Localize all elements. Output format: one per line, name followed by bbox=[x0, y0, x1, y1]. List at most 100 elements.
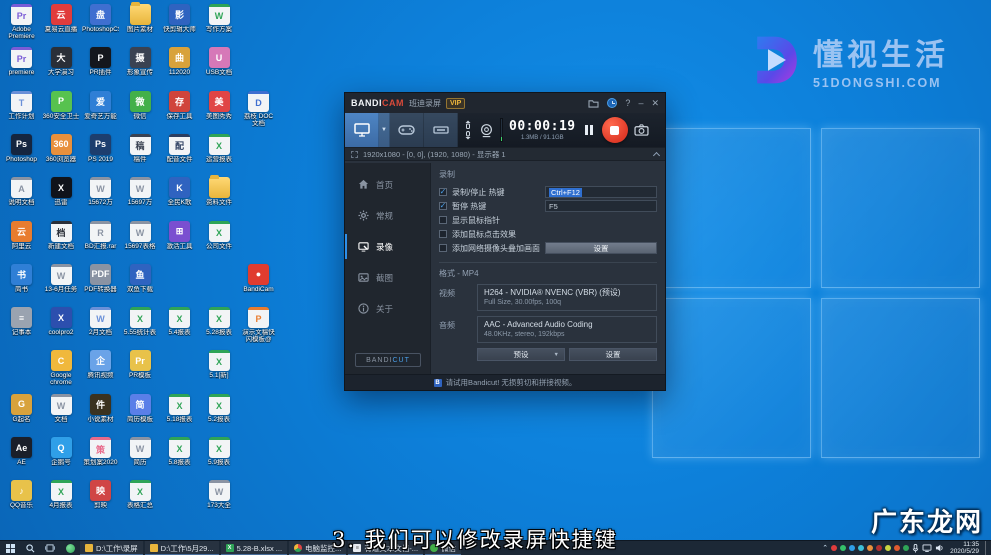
desktop-icon-运营报表[interactable]: X 运营报表 bbox=[201, 133, 238, 163]
checkbox[interactable]: ✓ bbox=[439, 202, 447, 210]
tray-icon-3[interactable] bbox=[858, 545, 865, 551]
desktop-icon-13-6月任务[interactable]: W 13-6月任务 bbox=[43, 263, 80, 293]
desktop-icon-coolpro2[interactable]: Xcoolpro2 bbox=[43, 307, 80, 336]
history-clock-icon[interactable] bbox=[607, 98, 618, 108]
bandicut-footer-banner[interactable]: B 请试用Bandicut! 无损剪切和拼接视频。 bbox=[345, 374, 665, 390]
task-view-button[interactable] bbox=[40, 541, 60, 555]
desktop-icon-2月文档[interactable]: W 2月文档 bbox=[82, 307, 119, 336]
desktop-icon-PR模板[interactable]: Pr PR模板 bbox=[122, 350, 159, 379]
desktop-icon-5.9报表[interactable]: X 5.9报表 bbox=[201, 437, 238, 466]
tray-volume-icon[interactable] bbox=[935, 544, 944, 552]
webcam-icon[interactable] bbox=[479, 123, 494, 138]
checkbox[interactable] bbox=[439, 216, 447, 224]
desktop-icon-15697表格[interactable]: W 15697表格 bbox=[122, 220, 159, 250]
search-button[interactable] bbox=[20, 541, 40, 555]
desktop-icon-策划案2020[interactable]: 策策划案2020 bbox=[82, 437, 119, 466]
desktop-icon-USB文档[interactable]: U USB文档 bbox=[201, 47, 238, 76]
desktop-icon-112020[interactable]: 曲 112020 bbox=[161, 47, 198, 76]
sidebar-item-录像[interactable]: 录像 bbox=[345, 231, 430, 262]
desktop-icon-激活工具[interactable]: ⊞ 激活工具 bbox=[161, 220, 198, 250]
desktop-icon-Adobe Premiere[interactable]: Pr Adobe Premiere bbox=[3, 4, 40, 40]
desktop-icon-G起名[interactable]: G G起名 bbox=[3, 393, 40, 423]
folder-icon[interactable] bbox=[588, 99, 599, 108]
collapse-chevron-icon[interactable] bbox=[652, 151, 661, 159]
desktop-icon-阿里云[interactable]: 云阿里云 bbox=[3, 220, 40, 250]
desktop-icon-15672万[interactable]: W 15672万 bbox=[82, 177, 119, 206]
desktop-icon-AE[interactable]: Ae AE bbox=[3, 437, 40, 466]
desktop-icon-写作方案[interactable]: W 写作方案 bbox=[201, 4, 238, 33]
desktop-icon-文档[interactable]: W 文档 bbox=[43, 393, 80, 423]
taskbar-clock[interactable]: 11:35 2020/5/29 bbox=[947, 541, 979, 555]
desktop-icon-简历模板[interactable]: 简简历模板 bbox=[122, 393, 159, 423]
desktop-icon-形象宣传[interactable]: 摄形象宣传 bbox=[122, 47, 159, 76]
desktop-icon-premiere[interactable]: Pr premiere bbox=[3, 47, 40, 76]
tray-mic-icon[interactable] bbox=[912, 543, 919, 553]
desktop-icon-PDF转换器[interactable]: PDF PDF转换器 bbox=[82, 263, 119, 293]
tray-expand-caret[interactable]: ⌃ bbox=[822, 544, 828, 552]
desktop-icon-Google chrome[interactable]: C Google chrome bbox=[43, 350, 80, 386]
desktop-icon-美图秀秀[interactable]: 美美图秀秀 bbox=[201, 90, 238, 120]
desktop-icon-5.4报表[interactable]: X 5.4报表 bbox=[161, 307, 198, 336]
desktop-icon-4月报表[interactable]: X 4月报表 bbox=[43, 480, 80, 509]
screenshot-camera-icon[interactable] bbox=[634, 124, 649, 136]
desktop-icon-演示文稿快闪模板@[interactable]: P 演示文稿快闪模板@ bbox=[240, 307, 277, 343]
audio-codec-box[interactable]: AAC - Advanced Audio Coding 48.0KHz, ste… bbox=[477, 316, 657, 343]
close-icon[interactable]: ✕ bbox=[651, 98, 659, 108]
desktop-icon-稿件[interactable]: 稿稿件 bbox=[122, 133, 159, 163]
mode-dropdown-chevron[interactable]: ▼ bbox=[379, 113, 390, 147]
audio-device-toggles[interactable] bbox=[463, 120, 473, 140]
desktop-icon-简书[interactable]: 书简书 bbox=[3, 263, 40, 293]
stop-record-button[interactable] bbox=[601, 117, 628, 143]
checkbox[interactable] bbox=[439, 244, 447, 252]
desktop-icon-资料文件[interactable]: 资料文件 bbox=[201, 175, 238, 206]
desktop-icon-表格汇总[interactable]: X 表格汇总 bbox=[122, 480, 159, 509]
help-icon[interactable]: ? bbox=[625, 98, 630, 108]
desktop-icon-大学演习[interactable]: 大大学演习 bbox=[43, 47, 80, 76]
desktop-icon-5.2报表[interactable]: X 5.2报表 bbox=[201, 393, 238, 423]
desktop-icon-双鱼下载[interactable]: 鱼双鱼下载 bbox=[122, 263, 159, 293]
desktop-icon-BD汇报.rar[interactable]: R BD汇报.rar bbox=[82, 220, 119, 250]
taskbar-button-D:\工作\5月29...[interactable]: D:\工作\5月29... bbox=[144, 540, 219, 555]
desktop-icon-5.28报表[interactable]: X 5.28报表 bbox=[201, 307, 238, 336]
sidebar-item-首页[interactable]: 首页 bbox=[345, 169, 430, 200]
sidebar-item-关于[interactable]: 关于 bbox=[345, 293, 430, 324]
tray-icon-7[interactable] bbox=[894, 545, 901, 551]
device-recording-mode-button[interactable] bbox=[424, 113, 458, 147]
tray-icon-8[interactable] bbox=[903, 545, 910, 551]
desktop-icon-图片素材[interactable]: 图片素材 bbox=[122, 2, 159, 33]
desktop-icon-荔枝 DOC 文档[interactable]: D 荔枝 DOC 文档 bbox=[240, 90, 277, 127]
desktop-icon-爱奇艺万能[interactable]: 爱爱奇艺万能 bbox=[82, 90, 119, 120]
desktop-icon-配音文件[interactable]: 配配音文件 bbox=[161, 133, 198, 163]
desktop-icon-15697万[interactable]: W 15697万 bbox=[122, 177, 159, 206]
sidebar-item-截图[interactable]: 截图 bbox=[345, 262, 430, 293]
desktop-icon-工作计划[interactable]: T 工作计划 bbox=[3, 90, 40, 120]
desktop-icon-新建文档[interactable]: 档新建文档 bbox=[43, 220, 80, 250]
video-codec-box[interactable]: H264 - NVIDIA® NVENC (VBR) (预设) Full Siz… bbox=[477, 284, 657, 311]
checkbox[interactable]: ✓ bbox=[439, 188, 447, 196]
desktop-icon-企鹅号[interactable]: Q 企鹅号 bbox=[43, 437, 80, 466]
hotkey-input[interactable]: F5 bbox=[545, 200, 657, 212]
desktop-icon-公司文件[interactable]: X 公司文件 bbox=[201, 220, 238, 250]
bandicut-promo-button[interactable]: BANDI CUT bbox=[355, 353, 421, 367]
desktop-icon-PR插件[interactable]: P PR插件 bbox=[82, 47, 119, 76]
bandicam-titlebar[interactable]: BANDICAM 班迪录屏 VIP ? – ✕ bbox=[345, 93, 665, 113]
desktop-icon-BandiCam[interactable]: ● BandiCam bbox=[240, 263, 277, 293]
taskbar-button-D:\工作\录屏[interactable]: D:\工作\录屏 bbox=[80, 540, 143, 555]
tray-icon-4[interactable] bbox=[867, 545, 874, 551]
recording-region-bar[interactable]: 1920x1080 - [0, 0], (1920, 1080) - 显示器 1 bbox=[345, 147, 665, 161]
desktop-icon-简历[interactable]: W 简历 bbox=[122, 437, 159, 466]
desktop-icon-快剪辑大师[interactable]: 影快剪辑大师 bbox=[161, 4, 198, 33]
desktop-icon-微信[interactable]: 微微信 bbox=[122, 90, 159, 120]
desktop-icon-全民K歌[interactable]: K 全民K歌 bbox=[161, 177, 198, 206]
browser-360-button[interactable] bbox=[60, 541, 80, 555]
desktop-icon-5.18报表[interactable]: X 5.18报表 bbox=[161, 393, 198, 423]
desktop-icon-5.1[新][interactable]: X 5.1[新] bbox=[201, 350, 238, 379]
desktop-icon-5.8报表[interactable]: X 5.8报表 bbox=[161, 437, 198, 466]
webcam-settings-button[interactable]: 设置 bbox=[545, 242, 657, 254]
desktop-icon-夏易云直播[interactable]: 云夏易云直播 bbox=[43, 4, 80, 33]
tray-network-icon[interactable] bbox=[922, 544, 932, 552]
hotkey-input[interactable]: Ctrl+F12 bbox=[545, 186, 657, 198]
desktop-icon-360安全卫士[interactable]: P 360安全卫士 bbox=[43, 90, 80, 120]
desktop-icon-说明文档[interactable]: A 说明文档 bbox=[3, 177, 40, 206]
screen-recording-mode-button[interactable] bbox=[345, 113, 379, 147]
